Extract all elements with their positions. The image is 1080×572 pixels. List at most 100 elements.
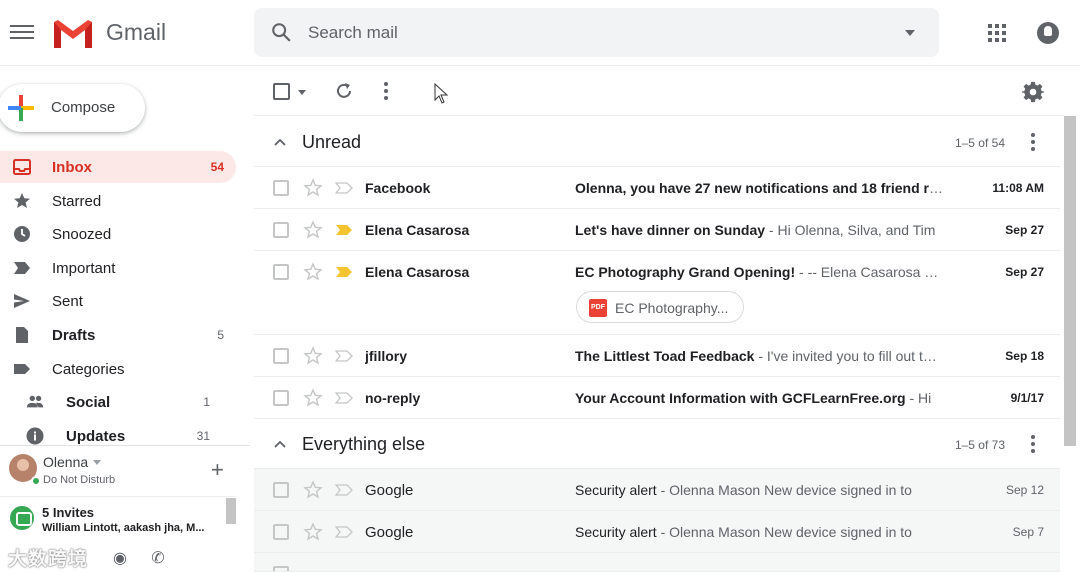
hangouts-scrollbar[interactable] bbox=[226, 498, 236, 524]
search-options-icon[interactable] bbox=[905, 30, 915, 36]
compose-button[interactable]: Compose bbox=[0, 84, 145, 132]
row-sender: Google bbox=[365, 482, 414, 499]
table-row[interactable]: Facebook Olenna, you have 27 new notific… bbox=[254, 167, 1060, 209]
sidebar-item-sent[interactable]: Sent bbox=[0, 285, 236, 317]
section-title[interactable]: Everything else bbox=[302, 434, 425, 455]
row-checkbox[interactable] bbox=[273, 524, 289, 540]
snippet-text: - Olenna Mason New device signed in to bbox=[656, 482, 912, 498]
row-checkbox[interactable] bbox=[273, 566, 289, 571]
sidebar-item-starred[interactable]: Starred bbox=[0, 185, 236, 217]
label-icon bbox=[14, 364, 30, 374]
row-subject: The Littlest Toad Feedback - I've invite… bbox=[575, 348, 943, 364]
chevron-up-icon[interactable] bbox=[274, 439, 286, 451]
sidebar-item-categories[interactable]: Categories bbox=[0, 353, 236, 385]
row-date: Sep 27 bbox=[1005, 265, 1044, 279]
star-icon[interactable] bbox=[303, 346, 323, 366]
subject-text: EC Photography Grand Opening! bbox=[575, 264, 796, 280]
table-row-partial[interactable] bbox=[254, 553, 1060, 572]
more-options-icon[interactable] bbox=[383, 82, 389, 100]
invites-title: 5 Invites bbox=[42, 505, 95, 520]
phone-icon[interactable]: ✆ bbox=[148, 548, 168, 568]
sidebar-item-inbox[interactable]: Inbox 54 bbox=[0, 151, 236, 183]
row-checkbox[interactable] bbox=[273, 222, 289, 238]
subject-text: Your Account Information with GCFLearnFr… bbox=[575, 390, 906, 406]
more-options-icon[interactable] bbox=[1030, 133, 1036, 151]
row-subject: Your Account Information with GCFLearnFr… bbox=[575, 390, 943, 406]
account-icon[interactable] bbox=[1037, 22, 1059, 44]
important-marker-icon[interactable] bbox=[335, 484, 353, 496]
attachment-chip[interactable]: PDF EC Photography... bbox=[576, 291, 744, 323]
sidebar-item-label: Inbox bbox=[52, 159, 92, 176]
row-sender: Elena Casarosa bbox=[365, 222, 470, 238]
attachment-name: EC Photography... bbox=[615, 300, 729, 316]
snippet-text: - Hi Olenna, Silva, and Tim bbox=[765, 222, 936, 238]
important-marker-icon[interactable] bbox=[335, 350, 353, 362]
star-icon bbox=[14, 193, 30, 208]
watermark: 大数跨境 bbox=[8, 549, 89, 570]
clock-icon bbox=[14, 226, 30, 242]
star-icon[interactable] bbox=[303, 522, 323, 542]
main-menu-icon[interactable] bbox=[10, 22, 34, 42]
star-icon[interactable] bbox=[303, 480, 323, 500]
draft-icon bbox=[16, 327, 28, 343]
chevron-up-icon[interactable] bbox=[274, 137, 286, 149]
important-marker-icon[interactable] bbox=[335, 392, 353, 404]
table-row[interactable]: no-reply Your Account Information with G… bbox=[254, 377, 1060, 419]
row-checkbox[interactable] bbox=[273, 482, 289, 498]
search-bar bbox=[254, 8, 939, 57]
chat-icon[interactable]: ◉ bbox=[110, 548, 130, 568]
sidebar-item-social[interactable]: Social 1 bbox=[0, 386, 236, 418]
star-icon[interactable] bbox=[303, 262, 323, 282]
important-marker-icon[interactable] bbox=[335, 224, 353, 236]
invites-item[interactable]: 5 Invites William Lintott, aakash jha, M… bbox=[0, 496, 236, 540]
app-name[interactable]: Gmail bbox=[106, 19, 166, 46]
sidebar-item-drafts[interactable]: Drafts 5 bbox=[0, 319, 236, 351]
row-date: Sep 18 bbox=[1005, 349, 1044, 363]
row-sender: Google bbox=[365, 524, 414, 541]
section-title[interactable]: Unread bbox=[302, 132, 361, 153]
select-options-icon[interactable] bbox=[298, 90, 306, 95]
select-all-checkbox[interactable] bbox=[273, 83, 290, 100]
add-contact-icon[interactable]: + bbox=[211, 459, 224, 481]
table-row[interactable]: Google Security alert - Olenna Mason New… bbox=[254, 469, 1060, 511]
chevron-down-icon[interactable] bbox=[93, 460, 101, 465]
important-marker-icon[interactable] bbox=[335, 266, 353, 278]
star-icon[interactable] bbox=[303, 178, 323, 198]
updates-count: 31 bbox=[196, 429, 210, 443]
sidebar-item-important[interactable]: Important bbox=[0, 252, 236, 284]
row-checkbox[interactable] bbox=[273, 390, 289, 406]
search-input[interactable] bbox=[308, 21, 868, 45]
hangouts-icon bbox=[10, 506, 34, 530]
row-checkbox[interactable] bbox=[273, 264, 289, 280]
send-icon bbox=[14, 294, 30, 308]
apps-grid-icon[interactable] bbox=[988, 24, 1006, 42]
refresh-icon[interactable] bbox=[334, 81, 354, 101]
gmail-app: Gmail Compose bbox=[0, 0, 1080, 572]
people-icon bbox=[26, 395, 44, 408]
gear-icon[interactable] bbox=[1022, 81, 1044, 103]
important-marker-icon[interactable] bbox=[335, 526, 353, 538]
table-row[interactable]: jfillory The Littlest Toad Feedback - I'… bbox=[254, 335, 1060, 377]
sidebar-item-label: Sent bbox=[52, 293, 83, 310]
mail-list-scrollbar[interactable] bbox=[1064, 116, 1076, 446]
table-row[interactable]: Elena Casarosa Let's have dinner on Sund… bbox=[254, 209, 1060, 251]
pdf-icon: PDF bbox=[589, 299, 607, 317]
more-options-icon[interactable] bbox=[1030, 435, 1036, 453]
row-sender: Elena Casarosa bbox=[365, 264, 470, 280]
sidebar-item-snoozed[interactable]: Snoozed bbox=[0, 218, 236, 250]
user-status: Do Not Disturb bbox=[43, 474, 116, 486]
table-row[interactable]: Google Security alert - Olenna Mason New… bbox=[254, 511, 1060, 553]
user-name[interactable]: Olenna bbox=[43, 454, 88, 470]
snippet-text: - Hi bbox=[905, 390, 932, 406]
section-header-unread: Unread 1–5 of 54 bbox=[254, 117, 1060, 167]
star-icon[interactable] bbox=[303, 220, 323, 240]
table-row[interactable]: Elena Casarosa EC Photography Grand Open… bbox=[254, 251, 1060, 335]
star-icon[interactable] bbox=[303, 388, 323, 408]
row-checkbox[interactable] bbox=[273, 180, 289, 196]
important-marker-icon[interactable] bbox=[335, 182, 353, 194]
subject-text: Security alert bbox=[575, 482, 657, 498]
gmail-logo[interactable] bbox=[52, 18, 94, 50]
row-checkbox[interactable] bbox=[273, 348, 289, 364]
row-subject: Security alert - Olenna Mason New device… bbox=[575, 482, 943, 498]
search-icon[interactable] bbox=[270, 21, 292, 43]
